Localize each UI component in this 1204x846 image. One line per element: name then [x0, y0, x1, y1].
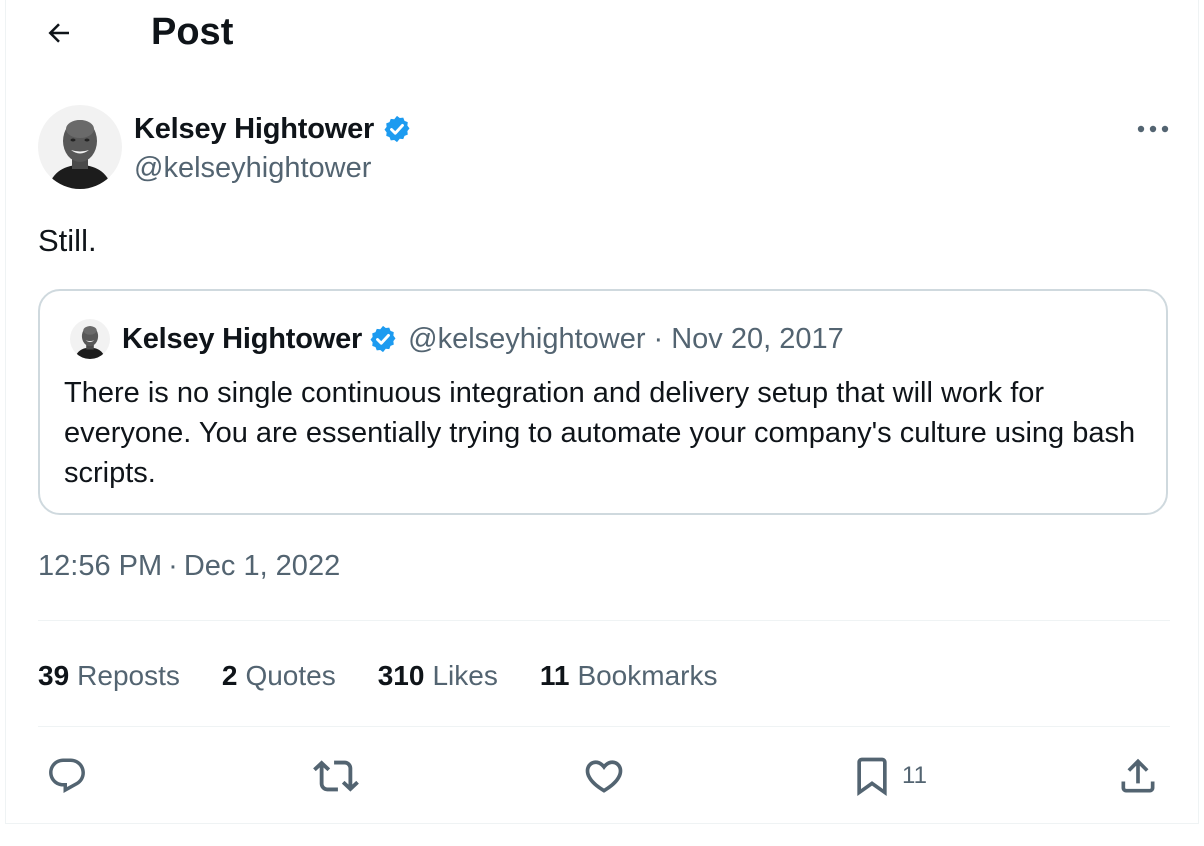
quotes-label: Quotes — [245, 660, 336, 691]
reposts-label: Reposts — [77, 660, 180, 691]
author-handle[interactable]: @kelseyhightower — [134, 152, 371, 185]
more-options-button[interactable] — [1128, 112, 1178, 146]
bookmark-icon — [857, 757, 887, 797]
verified-badge-icon[interactable] — [382, 114, 412, 144]
quoted-post-header: Kelsey Hightower @kelseyhightower · Nov … — [70, 317, 844, 361]
share-button[interactable] — [1116, 748, 1160, 804]
post-time: 12:56 PM — [38, 550, 163, 582]
divider — [38, 726, 1170, 727]
quoted-author-name: Kelsey Hightower — [122, 322, 363, 355]
reposts-count: 39 — [38, 660, 70, 691]
post-date: Dec 1, 2022 — [183, 550, 341, 582]
quotes-stat[interactable]: 2 Quotes — [222, 660, 336, 692]
back-button[interactable] — [38, 12, 80, 54]
quoted-post-text: There is no single continuous integratio… — [64, 377, 1136, 489]
reply-icon — [49, 758, 85, 793]
quoted-author-avatar — [70, 319, 110, 359]
bookmark-count: 11 — [902, 762, 927, 789]
likes-count: 310 — [377, 660, 425, 691]
author-avatar[interactable] — [38, 105, 122, 189]
page-title: Post — [151, 11, 234, 53]
bookmark-button[interactable]: 11 — [850, 748, 927, 804]
reply-button[interactable] — [46, 748, 88, 804]
heart-icon — [585, 760, 623, 793]
post-header: Post — [0, 0, 1204, 64]
author-name[interactable]: Kelsey Hightower — [134, 113, 374, 146]
quotes-count: 2 — [221, 660, 238, 691]
post-actions: 11 — [0, 748, 1204, 804]
share-icon — [1121, 758, 1155, 793]
repost-icon — [313, 760, 359, 792]
likes-label: Likes — [432, 660, 498, 691]
quoted-verified-badge-icon — [368, 324, 398, 354]
repost-button[interactable] — [313, 748, 359, 804]
timestamp-separator: · — [168, 550, 178, 582]
quoted-author-handle: @kelseyhightower — [408, 322, 646, 355]
divider — [38, 620, 1170, 621]
quoted-post-date: Nov 20, 2017 — [671, 322, 844, 355]
engagement-stats: 39 Reposts 2 Quotes 310 Likes 11 Bookmarks — [38, 656, 759, 696]
like-button[interactable] — [582, 748, 626, 804]
bookmarks-stat[interactable]: 11 Bookmarks — [540, 660, 718, 692]
quoted-post-card[interactable]: Kelsey Hightower @kelseyhightower · Nov … — [38, 289, 1168, 515]
quoted-separator: · — [653, 322, 664, 355]
bookmarks-count: 11 — [539, 660, 570, 691]
arrow-left-icon — [48, 23, 69, 43]
more-icon — [1137, 125, 1169, 133]
author-name-row: Kelsey Hightower — [134, 110, 412, 148]
likes-stat[interactable]: 310 Likes — [378, 660, 498, 692]
bookmarks-label: Bookmarks — [577, 660, 718, 691]
reposts-stat[interactable]: 39 Reposts — [38, 660, 180, 692]
post-timestamp[interactable]: 12:56 PM · Dec 1, 2022 — [38, 550, 340, 583]
post-text: Still. — [38, 223, 97, 258]
